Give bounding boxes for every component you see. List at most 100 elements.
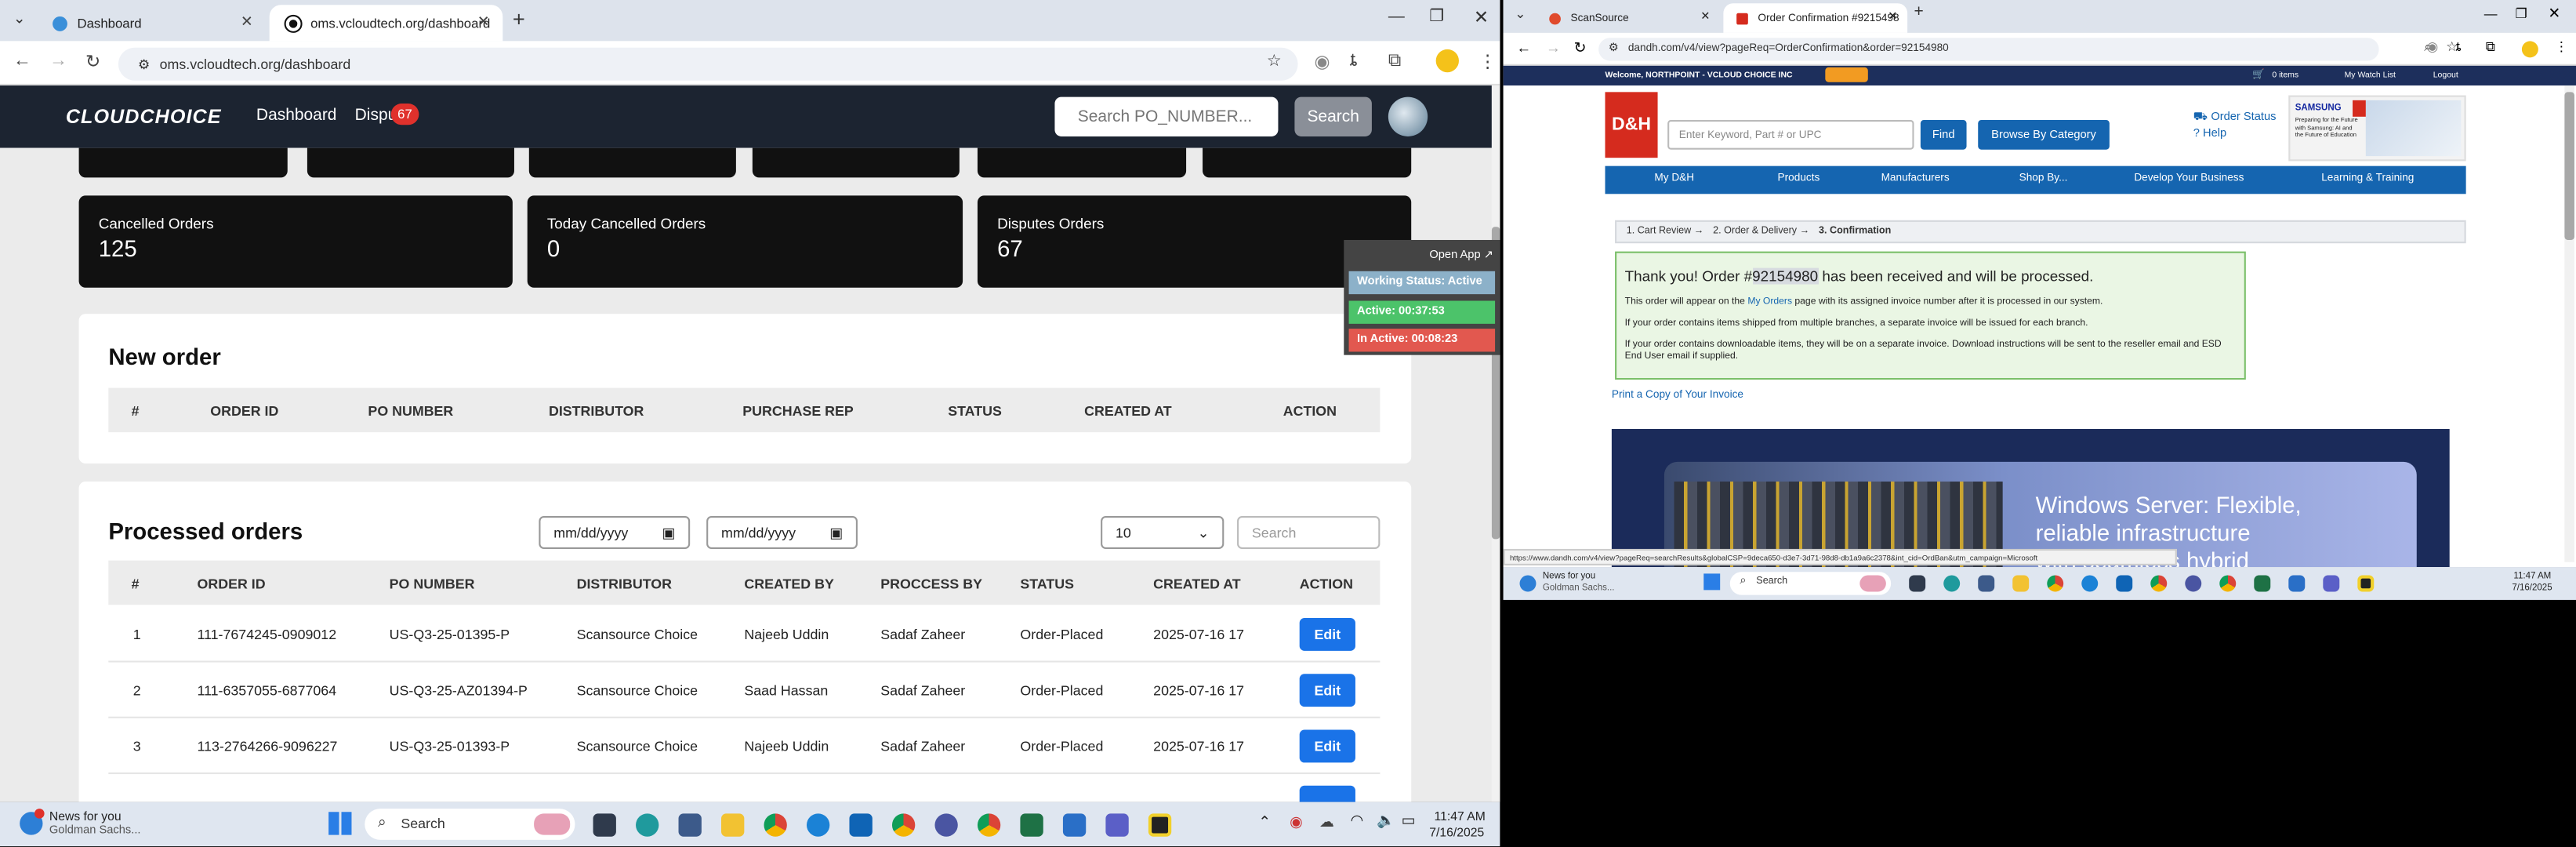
url-field[interactable]: ⚙ oms.vcloudtech.org/dashboard ☆	[118, 47, 1298, 81]
tab-search-icon[interactable]: ⌄	[1515, 6, 1526, 21]
back-icon[interactable]: ←	[13, 51, 31, 71]
edit-button[interactable]	[1299, 785, 1355, 802]
chrome-alt-icon[interactable]	[977, 813, 1001, 837]
taskbar-search[interactable]: ⌕ Search	[365, 809, 575, 840]
help-link[interactable]: ? Help	[2193, 128, 2226, 140]
forward-icon[interactable]: →	[1546, 39, 1561, 56]
reader-icon[interactable]: ȶ	[2456, 39, 2461, 54]
extension-icon[interactable]: ◉	[1315, 51, 1330, 72]
dh-search-input[interactable]: Enter Keyword, Part # or UPC	[1667, 119, 1914, 150]
table-search-input[interactable]: Search	[1237, 516, 1381, 549]
tab-order-confirmation[interactable]: Order Confirmation #92154980 ✕	[1723, 3, 1908, 33]
wifi-icon[interactable]: ◠	[1351, 812, 1363, 830]
photos-icon[interactable]	[1062, 813, 1087, 837]
news-title[interactable]: News for you	[1543, 572, 1595, 582]
date-from-input[interactable]: mm/dd/yyyy ▣	[539, 516, 691, 549]
edge-icon[interactable]	[1943, 575, 1961, 592]
order-status-link[interactable]: ⛟ Order Status	[2193, 110, 2277, 125]
alert-chip[interactable]	[1825, 67, 1868, 82]
puzzle-icon[interactable]: ⧉	[2486, 39, 2495, 56]
edit-button[interactable]: Edit	[1299, 729, 1355, 763]
task-view-icon[interactable]	[1909, 575, 1926, 592]
open-app-link[interactable]: Open App ↗	[1429, 248, 1493, 262]
print-invoice-link[interactable]: Print a Copy of Your Invoice	[1612, 390, 1743, 402]
po-search-input[interactable]	[1054, 96, 1279, 136]
search-button[interactable]: Search	[1294, 96, 1372, 136]
onedrive-icon[interactable]: ☁	[1319, 813, 1334, 831]
close-window-icon[interactable]: ✕	[2548, 5, 2560, 23]
calendar-icon[interactable]: ▣	[662, 523, 676, 541]
chrome-profile-icon[interactable]	[2150, 575, 2168, 592]
close-tab-icon[interactable]: ✕	[1700, 10, 1710, 24]
watch-list-link[interactable]: My Watch List	[2345, 71, 2396, 81]
menu-kebab-icon[interactable]: ⋮	[1478, 51, 1497, 72]
tray-chevron-icon[interactable]: ⌃	[1258, 813, 1271, 831]
reload-icon[interactable]: ↻	[1574, 39, 1587, 57]
back-icon[interactable]: ←	[1516, 39, 1531, 56]
new-tab-button[interactable]: +	[1914, 3, 1923, 21]
chrome-alt-icon[interactable]	[2219, 575, 2237, 592]
weather-icon[interactable]	[1519, 575, 1537, 592]
minimize-icon[interactable]: —	[1388, 8, 1405, 26]
puzzle-icon[interactable]: ⧉	[1388, 51, 1401, 72]
nav-manufacturers[interactable]: Manufacturers	[1881, 173, 1950, 184]
teams-icon[interactable]	[2323, 575, 2340, 592]
windows-server-banner[interactable]: Windows Server: Flexible, reliable infra…	[1611, 428, 2450, 568]
tab-scansource[interactable]: ScanSource ✕	[1536, 3, 1720, 33]
nav-dashboard[interactable]: Dashboard	[256, 107, 337, 125]
nav-products[interactable]: Products	[1778, 173, 1820, 184]
tab-search-icon[interactable]: ⌄	[13, 10, 26, 28]
clock-time[interactable]: 11:47 AM	[2513, 572, 2551, 582]
volume-icon[interactable]: 🔈	[1377, 812, 1395, 830]
news-title[interactable]: News for you	[49, 809, 122, 823]
date-to-input[interactable]: mm/dd/yyyy ▣	[706, 516, 858, 549]
excel-icon[interactable]	[1020, 813, 1043, 837]
maximize-icon[interactable]: ❐	[2516, 6, 2527, 21]
close-window-icon[interactable]: ✕	[1474, 6, 1489, 27]
find-button[interactable]: Find	[1920, 119, 1967, 150]
edit-button[interactable]: Edit	[1299, 617, 1355, 651]
new-tab-button[interactable]: +	[513, 6, 525, 31]
bookmark-star-icon[interactable]: ☆	[1267, 53, 1282, 71]
reload-icon[interactable]: ↻	[85, 51, 100, 72]
edge-alt-icon[interactable]	[2081, 575, 2099, 592]
task-view-icon[interactable]	[593, 813, 616, 837]
dh-logo[interactable]: D&H	[1605, 92, 1658, 158]
url-field[interactable]: ⚙ dandh.com/v4/view?pageReq=OrderConfirm…	[1598, 38, 2458, 61]
site-info-icon[interactable]: ⚙	[138, 56, 150, 71]
edge-icon[interactable]	[636, 813, 659, 837]
cart-icon[interactable]: 🛒	[2252, 69, 2265, 81]
tray-app-icon[interactable]: ◉	[1290, 813, 1302, 831]
edit-button[interactable]: Edit	[1299, 674, 1355, 707]
nav-develop-business[interactable]: Develop Your Business	[2134, 173, 2244, 184]
nav-my-dh[interactable]: My D&H	[1654, 173, 1694, 184]
calendar-icon[interactable]: ▣	[829, 523, 843, 541]
tab-oms-dashboard[interactable]: oms.vcloudtech.org/dashboard ✕	[269, 5, 503, 42]
windows-start-icon[interactable]	[328, 812, 352, 835]
chrome-icon[interactable]	[2047, 575, 2064, 592]
outlook-icon[interactable]	[849, 813, 873, 837]
edge-alt-icon[interactable]	[806, 813, 830, 837]
page-size-select[interactable]: 10 ⌄	[1101, 516, 1225, 549]
extension-icon[interactable]: ◉	[2426, 39, 2438, 54]
minimize-icon[interactable]: —	[2484, 6, 2498, 21]
chrome-profile-icon[interactable]	[891, 813, 916, 837]
app-icon[interactable]	[934, 813, 958, 837]
profile-icon[interactable]	[2521, 41, 2538, 58]
chrome-icon[interactable]	[764, 813, 787, 837]
sticky-notes-icon[interactable]	[2357, 575, 2375, 592]
maximize-icon[interactable]: ❐	[1429, 8, 1444, 26]
nav-learning-training[interactable]: Learning & Training	[2321, 173, 2414, 184]
file-explorer-icon[interactable]	[2012, 575, 2030, 592]
my-orders-link[interactable]: My Orders	[1747, 297, 1792, 307]
close-tab-icon[interactable]: ✕	[241, 13, 253, 31]
profile-icon[interactable]	[1435, 49, 1459, 73]
clock-date[interactable]: 7/16/2025	[1429, 825, 1484, 840]
news-subtitle[interactable]: Goldman Sachs...	[1543, 583, 1615, 594]
user-avatar[interactable]	[1388, 96, 1428, 136]
app-icon[interactable]	[2185, 575, 2202, 592]
sticky-notes-icon[interactable]	[1148, 813, 1172, 837]
outlook-icon[interactable]	[2116, 575, 2133, 592]
calculator-icon[interactable]	[678, 813, 702, 837]
nav-shop-by[interactable]: Shop By...	[2019, 173, 2068, 184]
